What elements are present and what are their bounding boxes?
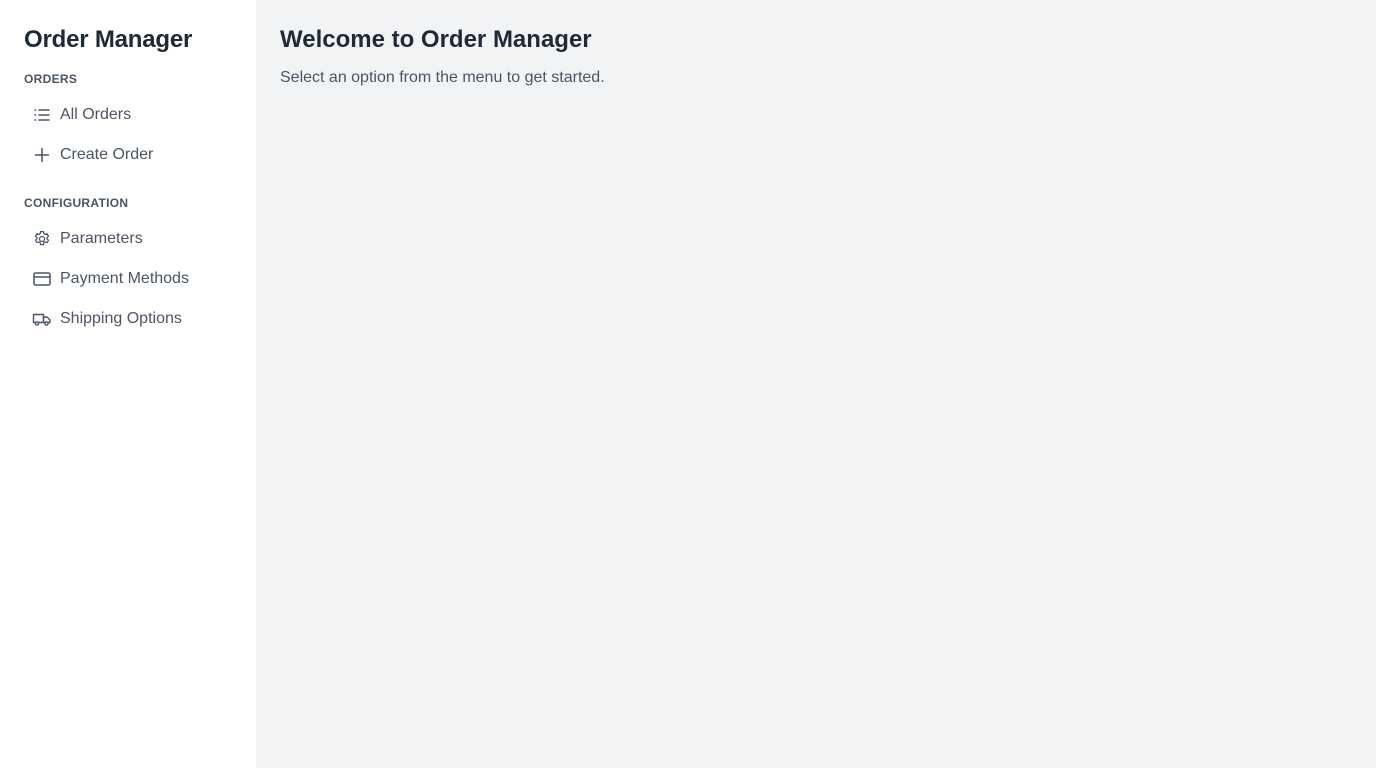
main-content: Welcome to Order Manager Select an optio… xyxy=(256,0,1376,768)
sidebar-item-label: Parameters xyxy=(60,230,143,247)
page-subtitle: Select an option from the menu to get st… xyxy=(280,69,605,86)
sidebar-section-orders: ORDERS All Orders Create Order xyxy=(24,71,232,175)
truck-icon xyxy=(32,309,52,329)
sidebar-item-create-order[interactable]: Create Order xyxy=(24,135,232,175)
page-title: Welcome to Order Manager xyxy=(280,26,592,53)
section-heading-configuration: CONFIGURATION xyxy=(24,196,129,210)
section-heading-orders: ORDERS xyxy=(24,72,78,86)
sidebar-item-label: Create Order xyxy=(60,146,154,163)
sidebar-item-all-orders[interactable]: All Orders xyxy=(24,95,232,135)
plus-icon xyxy=(32,145,52,165)
sidebar-section-configuration: CONFIGURATION Parameters Payment Methods… xyxy=(24,195,232,339)
orders-nav-list: All Orders Create Order xyxy=(24,95,232,175)
sidebar-item-label: All Orders xyxy=(60,106,132,123)
sidebar-item-label: Shipping Options xyxy=(60,310,182,327)
gear-icon xyxy=(32,229,52,249)
configuration-nav-list: Parameters Payment Methods Shipping Opti… xyxy=(24,219,232,339)
app-shell: Order Manager ORDERS All Orders Create O… xyxy=(0,0,1376,768)
sidebar-item-shipping-options[interactable]: Shipping Options xyxy=(24,299,232,339)
app-title: Order Manager xyxy=(24,26,193,53)
credit-card-icon xyxy=(32,269,52,289)
sidebar-item-payment-methods[interactable]: Payment Methods xyxy=(24,259,232,299)
sidebar-item-label: Payment Methods xyxy=(60,270,189,287)
sidebar-item-parameters[interactable]: Parameters xyxy=(24,219,232,259)
list-icon xyxy=(32,105,52,125)
sidebar: Order Manager ORDERS All Orders Create O… xyxy=(0,0,256,768)
